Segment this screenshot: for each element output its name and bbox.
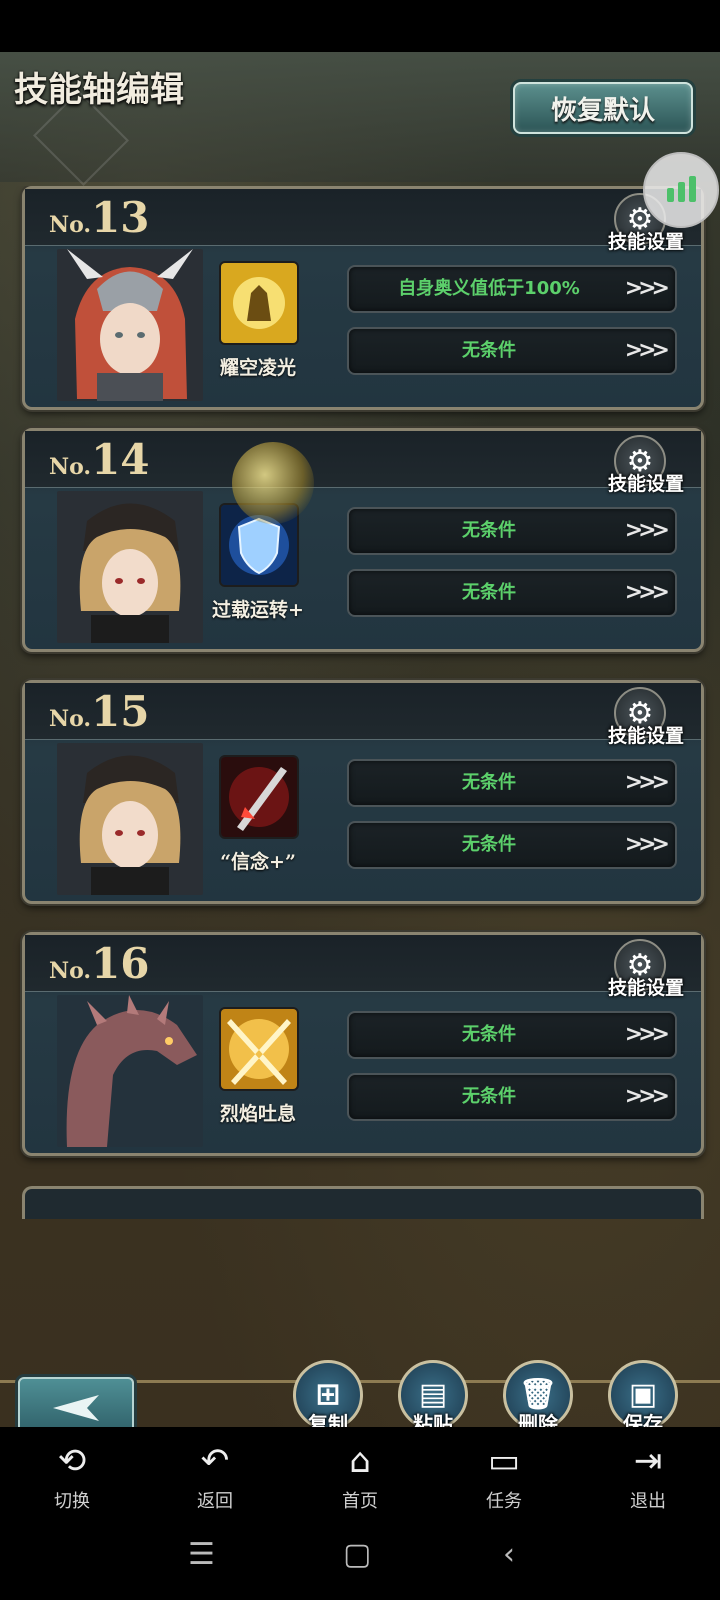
game-screen: 技能轴编辑 恢复默认 No.13 ⚙ 技能设置 耀空凌光 自身奥义值低于100%…: [0, 52, 720, 1427]
nav-home-label: 首页: [342, 1491, 378, 1512]
number-value: 13: [91, 193, 150, 242]
triple-chevron-icon: >>>: [624, 338, 670, 363]
paste-label: 粘贴: [413, 1412, 453, 1427]
nav-tasks[interactable]: ▭ 任务: [459, 1439, 549, 1513]
condition-slot[interactable]: 无条件 >>>: [347, 569, 677, 617]
skill-card-partial: [22, 1186, 704, 1219]
skill-icon[interactable]: [219, 755, 299, 839]
skill-card: No.15 ⚙ 技能设置 “信念+” 无条件 >>> 无条件 >>>: [22, 680, 704, 904]
condition-text: 无条件: [462, 340, 516, 361]
skill-icon[interactable]: [219, 261, 299, 345]
restore-default-button[interactable]: 恢复默认: [513, 82, 693, 134]
triple-chevron-icon: >>>: [624, 1084, 670, 1109]
triple-chevron-icon: >>>: [624, 580, 670, 605]
character-portrait: [57, 491, 203, 643]
condition-text: 无条件: [462, 834, 516, 855]
condition-slot[interactable]: 无条件 >>>: [347, 1011, 677, 1059]
triple-chevron-icon: >>>: [624, 832, 670, 857]
triple-chevron-icon: >>>: [624, 770, 670, 795]
nav-tasks-label: 任务: [486, 1491, 522, 1512]
back-chevron-icon[interactable]: ‹: [503, 1537, 515, 1572]
number-prefix: No.: [49, 454, 92, 480]
card-number: No.14: [49, 435, 150, 484]
undo-icon: ↶: [200, 1441, 230, 1481]
nav-back[interactable]: ↶ 返回: [170, 1439, 260, 1513]
skill-name: 烈焰吐息: [219, 1103, 296, 1125]
triple-chevron-icon: >>>: [624, 276, 670, 301]
nav-home[interactable]: ⌂ 首页: [315, 1439, 405, 1513]
delete-button[interactable]: 🗑 删除: [503, 1360, 573, 1427]
bottom-toolbar: ⊞ 复制 ▤ 粘贴 🗑 删除 ▣ 保存: [0, 1322, 720, 1427]
copy-button[interactable]: ⊞ 复制: [293, 1360, 363, 1427]
skill-card: No.16 ⚙ 技能设置 烈焰吐息 无条件 >>> 无条件 >>>: [22, 932, 704, 1156]
card-number: No.15: [49, 687, 150, 736]
skill-list[interactable]: No.13 ⚙ 技能设置 耀空凌光 自身奥义值低于100% >>> 无条件 >>…: [0, 186, 720, 1258]
paste-button[interactable]: ▤ 粘贴: [398, 1360, 468, 1427]
condition-text: 自身奥义值低于100%: [398, 278, 580, 299]
condition-text: 无条件: [462, 520, 516, 541]
floating-orb[interactable]: [232, 442, 314, 524]
condition-slot[interactable]: 自身奥义值低于100% >>>: [347, 265, 677, 313]
condition-slot[interactable]: 无条件 >>>: [347, 1073, 677, 1121]
condition-text: 无条件: [462, 1086, 516, 1107]
condition-slot[interactable]: 无条件 >>>: [347, 821, 677, 869]
switch-icon: ⟲: [57, 1441, 87, 1481]
condition-slot[interactable]: 无条件 >>>: [347, 327, 677, 375]
number-value: 16: [91, 939, 150, 988]
nav-back-label: 返回: [197, 1491, 233, 1512]
back-arrow-button[interactable]: [18, 1377, 134, 1427]
skill-settings-label: 技能设置: [607, 231, 684, 253]
skill-settings-button[interactable]: ⚙ 技能设置: [600, 939, 690, 999]
number-prefix: No.: [49, 958, 92, 984]
page-title: 技能轴编辑: [14, 70, 184, 110]
nav-switch[interactable]: ⟲ 切换: [27, 1439, 117, 1513]
status-bar: [0, 0, 720, 52]
skill-card: No.14 ⚙ 技能设置 过载运转+ 无条件 >>> 无条件 >>>: [22, 428, 704, 652]
number-prefix: No.: [49, 212, 92, 238]
card-number: No.16: [49, 939, 150, 988]
arrow-left-icon: [53, 1395, 99, 1421]
triple-chevron-icon: >>>: [624, 518, 670, 543]
save-button[interactable]: ▣ 保存: [608, 1360, 678, 1427]
number-prefix: No.: [49, 706, 92, 732]
skill-settings-label: 技能设置: [607, 977, 684, 999]
condition-text: 无条件: [462, 1024, 516, 1045]
triple-chevron-icon: >>>: [624, 1022, 670, 1047]
number-value: 14: [91, 435, 150, 484]
home-icon: ⌂: [349, 1441, 371, 1481]
condition-text: 无条件: [462, 582, 516, 603]
skill-name: 过载运转+: [212, 599, 304, 621]
card-number: No.13: [49, 193, 150, 242]
nav-exit-label: 退出: [630, 1491, 666, 1512]
skill-settings-button[interactable]: ⚙ 技能设置: [600, 687, 690, 747]
skill-name: “信念+”: [220, 851, 296, 873]
condition-text: 无条件: [462, 772, 516, 793]
character-portrait: [57, 995, 203, 1147]
character-portrait: [57, 743, 203, 895]
condition-slot[interactable]: 无条件 >>>: [347, 507, 677, 555]
skill-card: No.13 ⚙ 技能设置 耀空凌光 自身奥义值低于100% >>> 无条件 >>…: [22, 186, 704, 410]
number-value: 15: [91, 687, 150, 736]
condition-slot[interactable]: 无条件 >>>: [347, 759, 677, 807]
host-nav-bar: ⟲ 切换 ↶ 返回 ⌂ 首页 ▭ 任务 ⇥ 退出 ☰ ▢ ‹: [0, 1427, 720, 1600]
signal-bars-icon[interactable]: [643, 152, 719, 228]
skill-icon[interactable]: [219, 1007, 299, 1091]
exit-icon: ⇥: [633, 1441, 663, 1481]
delete-label: 删除: [518, 1412, 558, 1427]
copy-label: 复制: [308, 1412, 348, 1427]
skill-settings-button[interactable]: ⚙ 技能设置: [600, 435, 690, 495]
tasks-icon: ▭: [487, 1441, 521, 1481]
menu-icon[interactable]: ☰: [188, 1537, 215, 1572]
skill-settings-label: 技能设置: [607, 725, 684, 747]
skill-settings-label: 技能设置: [607, 473, 684, 495]
character-portrait: [57, 249, 203, 401]
square-home-icon[interactable]: ▢: [343, 1537, 371, 1572]
save-label: 保存: [623, 1412, 663, 1427]
nav-exit[interactable]: ⇥ 退出: [603, 1439, 693, 1513]
nav-switch-label: 切换: [54, 1491, 90, 1512]
skill-name: 耀空凌光: [219, 357, 296, 379]
